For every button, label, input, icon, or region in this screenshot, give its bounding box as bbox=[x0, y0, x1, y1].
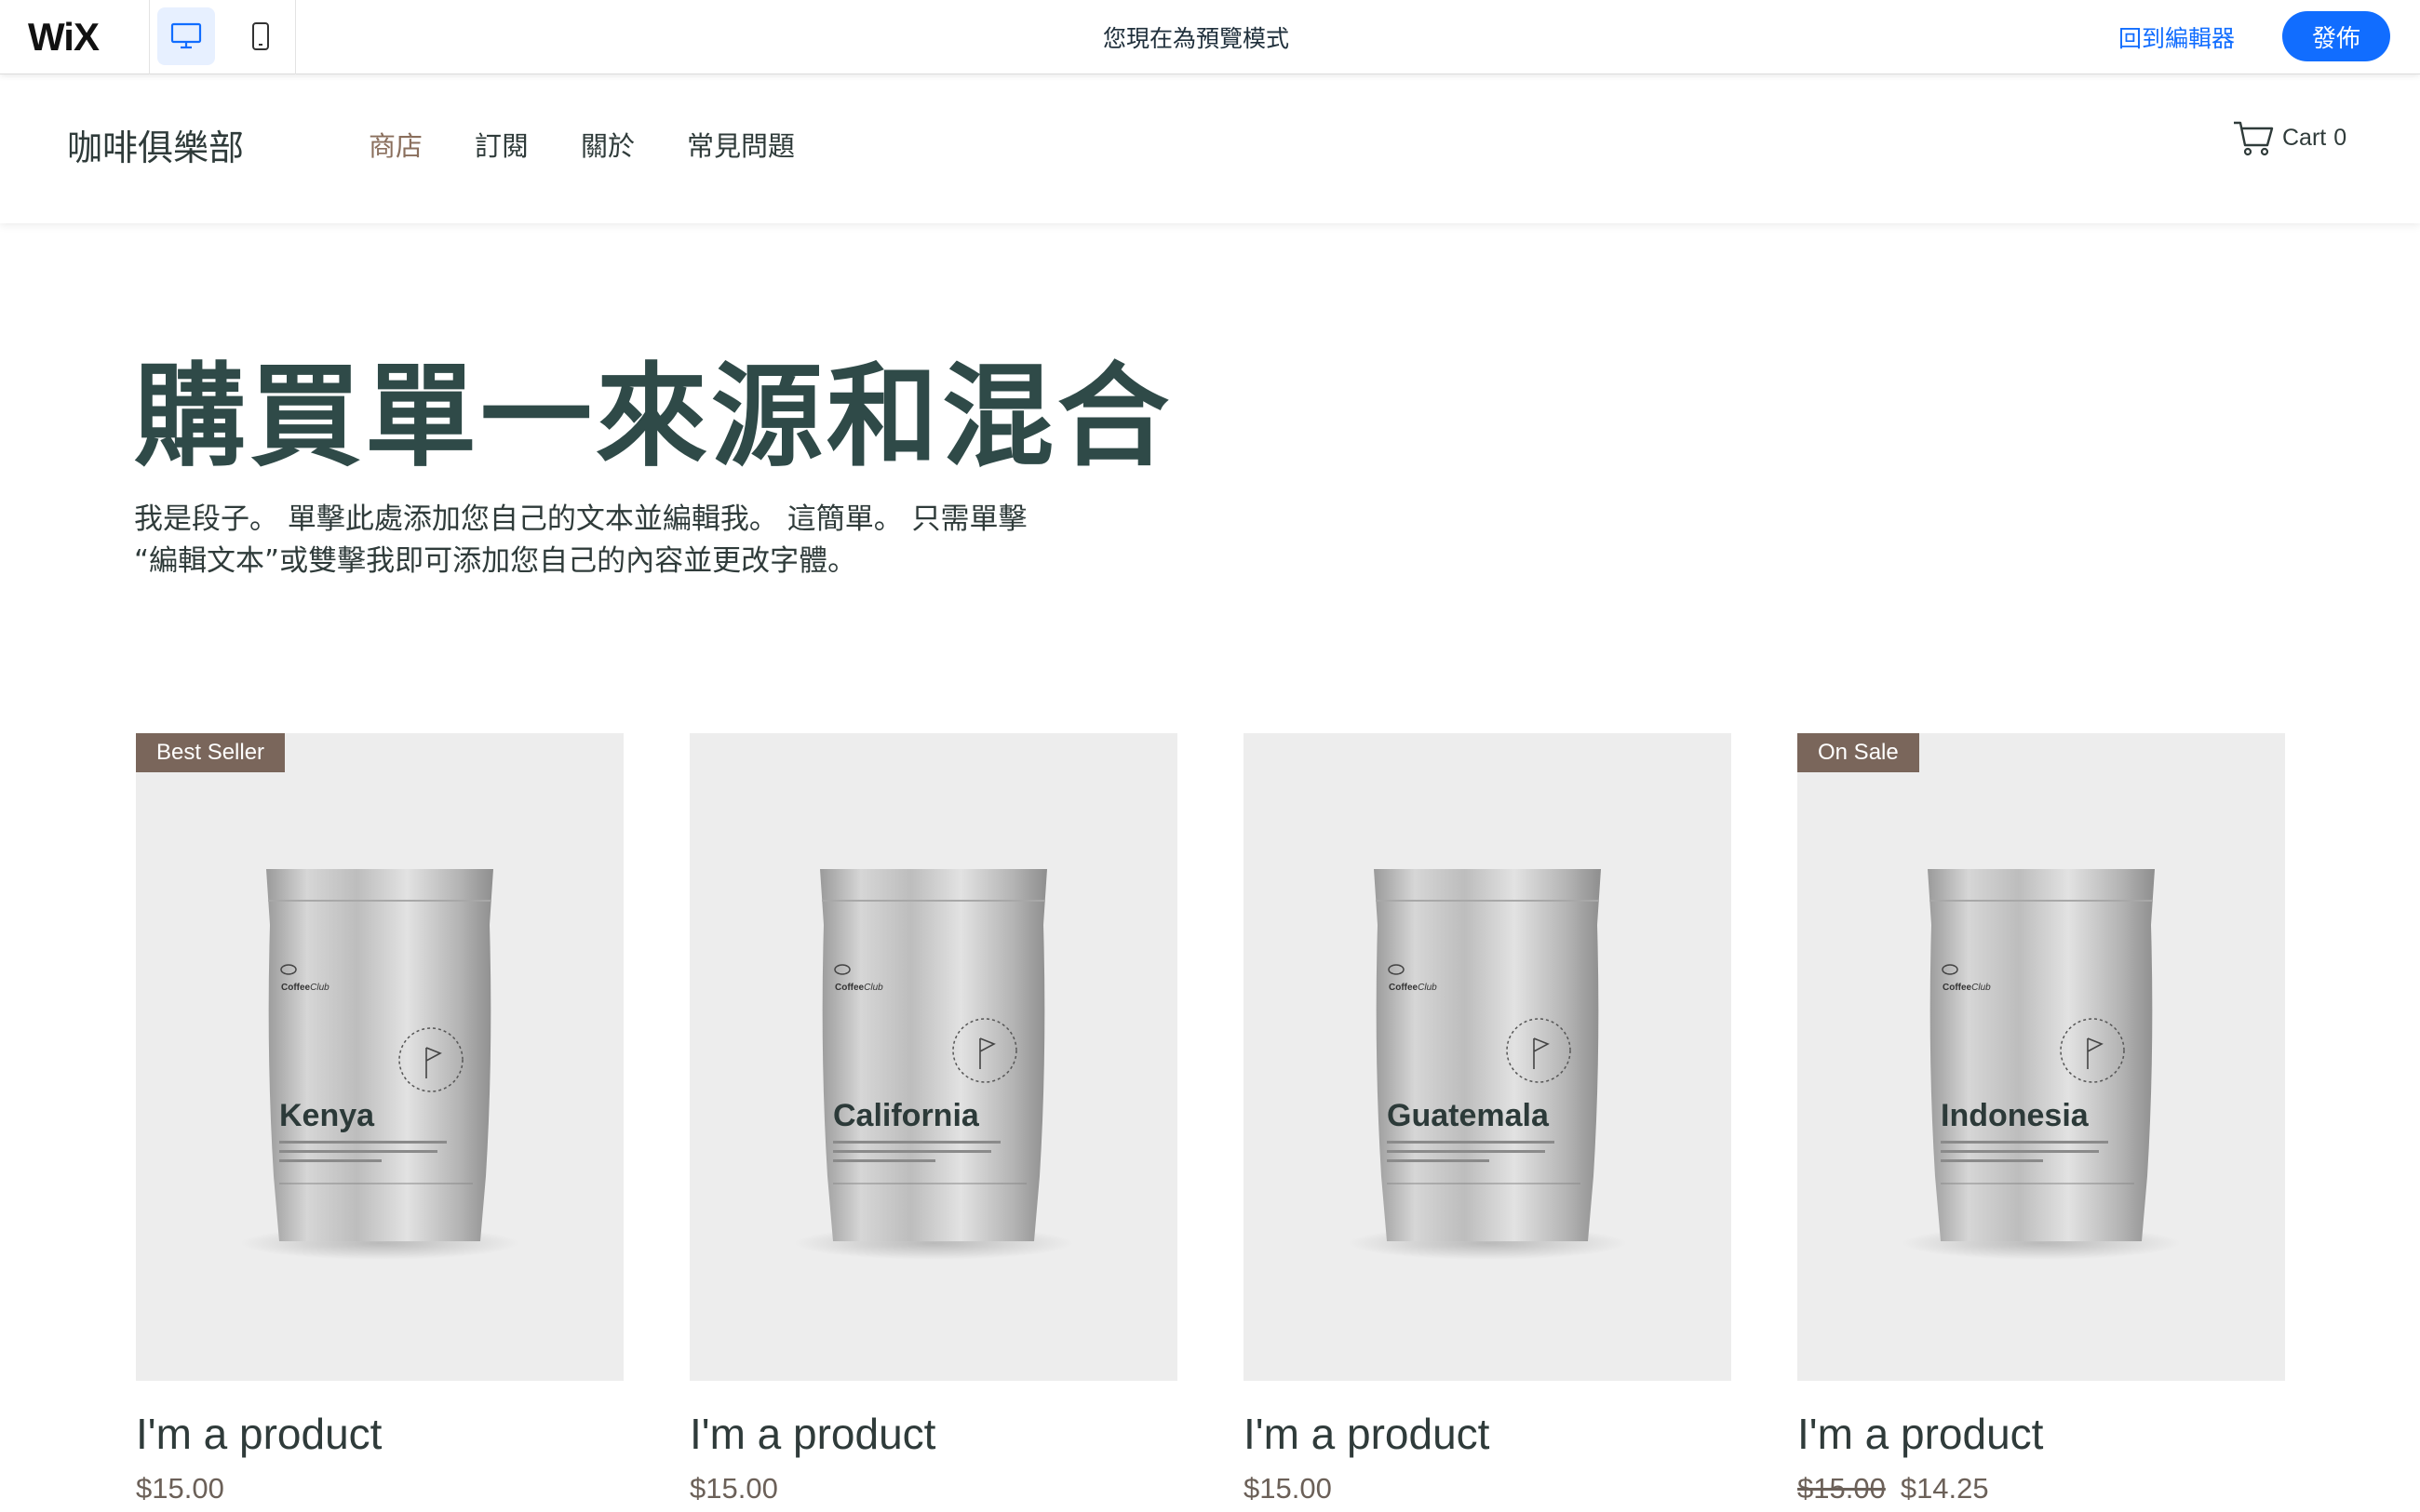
intro-paragraph-line-1: 我是段子。 單擊此處添加您自己的文本並編輯我。 這簡單。 只需單擊 bbox=[134, 502, 1028, 536]
nav-item-shop[interactable]: 商店 bbox=[369, 125, 423, 164]
product-image[interactable]: Best Seller CoffeeClub Kenya bbox=[136, 733, 624, 1381]
main-nav: 商店 訂閱 關於 常見問題 bbox=[369, 125, 795, 164]
site-header: 咖啡俱樂部 商店 訂閱 關於 常見問題 Cart 0 bbox=[0, 74, 2420, 223]
bag-label: Indonesia bbox=[1941, 1098, 2090, 1133]
bag-label: California bbox=[833, 1098, 980, 1133]
bag-label: Kenya bbox=[279, 1098, 375, 1133]
cart-button[interactable]: Cart 0 bbox=[2232, 119, 2346, 156]
back-to-editor-link[interactable]: 回到編輯器 bbox=[2118, 20, 2235, 54]
nav-item-subscribe[interactable]: 訂閱 bbox=[475, 125, 529, 164]
product-name[interactable]: I'm a product bbox=[690, 1409, 1177, 1459]
wix-preview-bar: WiX 您現在為預覽模式 回到編輯器 發佈 bbox=[0, 0, 2420, 74]
product-card[interactable]: CoffeeClub California I'm a product $15.… bbox=[690, 733, 1177, 1505]
product-image[interactable]: On Sale CoffeeClub Indonesia bbox=[1797, 733, 2285, 1381]
svg-text:CoffeeClub: CoffeeClub bbox=[835, 983, 883, 993]
site-brand[interactable]: 咖啡俱樂部 bbox=[67, 119, 244, 170]
product-original-price: $15.00 bbox=[1797, 1472, 1886, 1505]
product-price-row: $15.00 $14.25 bbox=[1797, 1472, 2285, 1505]
publish-button[interactable]: 發佈 bbox=[2282, 11, 2390, 61]
product-image[interactable]: CoffeeClub Guatemala bbox=[1244, 733, 1731, 1381]
product-card[interactable]: CoffeeClub Guatemala I'm a product $15.0… bbox=[1244, 733, 1731, 1505]
product-price-row: $15.00 bbox=[1244, 1472, 1731, 1505]
cart-icon bbox=[2234, 121, 2274, 156]
product-sale-price: $14.25 bbox=[1900, 1472, 1989, 1505]
intro-paragraph: 我是段子。 單擊此處添加您自己的文本並編輯我。 這簡單。 只需單擊 “編輯文本”… bbox=[134, 499, 1093, 582]
product-name[interactable]: I'm a product bbox=[1797, 1409, 2285, 1459]
svg-text:CoffeeClub: CoffeeClub bbox=[1389, 983, 1437, 993]
product-price-row: $15.00 bbox=[690, 1472, 1177, 1505]
page-title: 購買單一來源和混合 bbox=[134, 353, 1173, 482]
product-name[interactable]: I'm a product bbox=[136, 1409, 624, 1459]
product-name[interactable]: I'm a product bbox=[1244, 1409, 1731, 1459]
cart-label: Cart bbox=[2282, 124, 2327, 151]
svg-text:CoffeeClub: CoffeeClub bbox=[281, 983, 329, 993]
product-price: $15.00 bbox=[690, 1472, 778, 1505]
preview-mode-message: 您現在為預覽模式 bbox=[1102, 25, 1289, 52]
coffee-bag-image: CoffeeClub Guatemala bbox=[1348, 869, 1627, 1260]
product-ribbon: On Sale bbox=[1797, 733, 1919, 772]
intro-paragraph-line-2: “編輯文本”或雙擊我即可添加您自己的內容並更改字體。 bbox=[134, 544, 857, 578]
product-price: $15.00 bbox=[136, 1472, 224, 1505]
bag-label: Guatemala bbox=[1387, 1098, 1550, 1133]
product-card[interactable]: Best Seller CoffeeClub Kenya I'm a produ… bbox=[136, 733, 624, 1505]
product-price: $15.00 bbox=[1244, 1472, 1332, 1505]
cart-count: 0 bbox=[2333, 124, 2347, 151]
coffee-bag-image: CoffeeClub Indonesia bbox=[1902, 869, 2181, 1260]
coffee-bag-image: CoffeeClub California bbox=[794, 869, 1073, 1260]
product-price-row: $15.00 bbox=[136, 1472, 624, 1505]
nav-item-faq[interactable]: 常見問題 bbox=[687, 125, 795, 164]
product-image[interactable]: CoffeeClub California bbox=[690, 733, 1177, 1381]
svg-text:CoffeeClub: CoffeeClub bbox=[1943, 983, 1991, 993]
coffee-bag-image: CoffeeClub Kenya bbox=[240, 869, 519, 1260]
product-card[interactable]: On Sale CoffeeClub Indonesia I'm a produ… bbox=[1797, 733, 2285, 1505]
product-ribbon: Best Seller bbox=[136, 733, 286, 772]
nav-item-about[interactable]: 關於 bbox=[581, 125, 635, 164]
